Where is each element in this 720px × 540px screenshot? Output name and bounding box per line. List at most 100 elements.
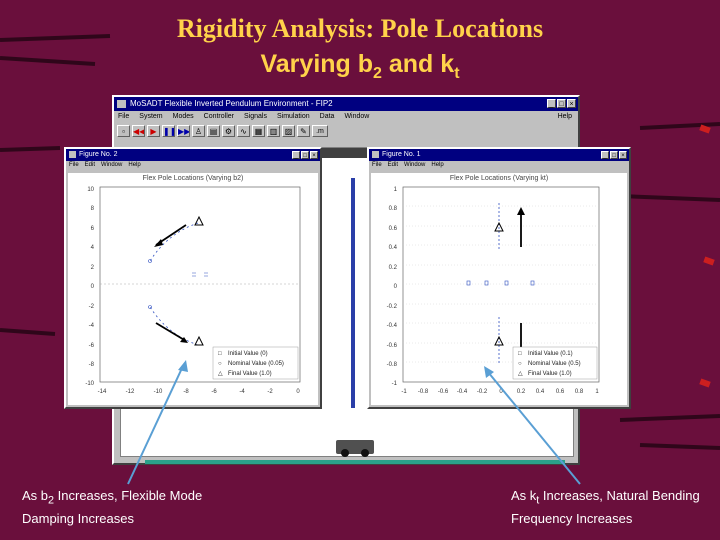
new-icon[interactable]: ▫ bbox=[117, 125, 130, 137]
legend-entry: Final Value (1.0) bbox=[228, 371, 272, 377]
figure-2-title-bar[interactable]: Figure No. 2 _ □ × bbox=[66, 149, 320, 161]
y-tick: -2 bbox=[89, 304, 95, 310]
x-tick: 0 bbox=[499, 389, 503, 395]
menu-window[interactable]: Window bbox=[404, 161, 425, 170]
main-toolbar: ▫ ◀◀ ▶ ❚❚ ▶▶ ♙ ▤ ⚙ ∿ ▦ ▥ ▨ ✎ .m bbox=[114, 122, 578, 140]
menu-signals[interactable]: Signals bbox=[244, 111, 267, 122]
x-tick: -10 bbox=[154, 389, 163, 395]
legend-entry: Initial Value (0.1) bbox=[528, 351, 573, 357]
figure-1-window[interactable]: Figure No. 1 _ □ × File Edit Window Help… bbox=[367, 147, 631, 409]
x-tick: 0 bbox=[296, 389, 300, 395]
menu-file[interactable]: File bbox=[372, 161, 382, 170]
legend: □ Initial Value (0) ○ Nominal Value (0.0… bbox=[212, 346, 299, 380]
pole-marker bbox=[204, 272, 208, 277]
y-tick: 8 bbox=[91, 206, 95, 212]
slide-subtitle: Varying b2 and kt bbox=[260, 50, 460, 82]
figure-1-plot-area[interactable]: Flex Pole Locations (Varying kt) 1 0.8 0… bbox=[371, 173, 627, 405]
table-icon[interactable]: ▥ bbox=[267, 125, 280, 137]
x-axis-ticks: -14 -12 -10 -8 -6 -4 -2 0 bbox=[98, 389, 301, 395]
x-tick: 1 bbox=[595, 389, 599, 395]
figure-2-window[interactable]: Figure No. 2 _ □ × File Edit Window Help… bbox=[64, 147, 322, 409]
pole-marker bbox=[192, 272, 196, 277]
legend: □ Initial Value (0.1) ○ Nominal Value (0… bbox=[512, 346, 598, 380]
rewind-icon[interactable]: ◀◀ bbox=[132, 125, 145, 137]
trend-arrow-head bbox=[517, 207, 525, 215]
y-tick: 2 bbox=[91, 265, 95, 271]
settings-icon[interactable]: ⚙ bbox=[222, 125, 235, 137]
figure-icon bbox=[372, 151, 379, 158]
y-tick: -10 bbox=[85, 381, 94, 387]
x-tick: -6 bbox=[211, 389, 217, 395]
menu-file[interactable]: File bbox=[118, 111, 129, 122]
main-menu-bar: File System Modes Controller Signals Sim… bbox=[114, 111, 578, 122]
y-tick: -0.2 bbox=[387, 304, 398, 310]
tools-icon[interactable]: ✎ bbox=[297, 125, 310, 137]
maximize-button[interactable]: □ bbox=[557, 99, 566, 108]
maximize-button[interactable]: □ bbox=[610, 151, 618, 159]
figure-1-title: Figure No. 1 bbox=[382, 151, 421, 158]
svg-text:○: ○ bbox=[518, 361, 522, 367]
close-button[interactable]: × bbox=[619, 151, 627, 159]
m-file-button[interactable]: .m bbox=[312, 125, 328, 137]
main-title-bar[interactable]: MoSADT Flexible Inverted Pendulum Enviro… bbox=[114, 97, 578, 111]
menu-system[interactable]: System bbox=[139, 111, 162, 122]
pole-marker bbox=[466, 280, 471, 286]
caption-left: As b2 Increases, Flexible Mode Damping I… bbox=[22, 488, 203, 526]
x-tick: 0.6 bbox=[556, 389, 565, 395]
menu-simulation[interactable]: Simulation bbox=[277, 111, 310, 122]
x-tick: 0.4 bbox=[536, 389, 545, 395]
y-tick: -0.8 bbox=[387, 362, 398, 368]
menu-help[interactable]: Help bbox=[558, 111, 572, 122]
cart-wheel-right bbox=[361, 449, 369, 457]
y-tick: 0.2 bbox=[389, 265, 398, 271]
x-tick: -14 bbox=[98, 389, 107, 395]
y-tick: -4 bbox=[89, 323, 95, 329]
menu-edit[interactable]: Edit bbox=[85, 161, 95, 170]
y-tick: -8 bbox=[89, 362, 95, 368]
menu-data[interactable]: Data bbox=[320, 111, 335, 122]
minimize-button[interactable]: _ bbox=[547, 99, 556, 108]
minimize-button[interactable]: _ bbox=[601, 151, 609, 159]
cart-track bbox=[145, 460, 565, 464]
pole-marker bbox=[148, 305, 152, 309]
x-tick: -4 bbox=[239, 389, 245, 395]
cart-wheel-left bbox=[341, 449, 349, 457]
legend-entry: Nominal Value (0.05) bbox=[228, 361, 284, 367]
menu-edit[interactable]: Edit bbox=[388, 161, 398, 170]
forward-icon[interactable]: ▶▶ bbox=[177, 125, 190, 137]
figure-1-menu: File Edit Window Help bbox=[369, 161, 629, 170]
menu-help[interactable]: Help bbox=[431, 161, 443, 170]
menu-file[interactable]: File bbox=[69, 161, 79, 170]
plot-icon[interactable]: ∿ bbox=[237, 125, 250, 137]
pole-locus-lower bbox=[149, 306, 199, 346]
person-icon[interactable]: ♙ bbox=[192, 125, 205, 137]
scope-icon[interactable]: ▦ bbox=[252, 125, 265, 137]
menu-help[interactable]: Help bbox=[128, 161, 140, 170]
y-tick: 10 bbox=[87, 187, 94, 193]
graph-icon[interactable]: ▤ bbox=[207, 125, 220, 137]
menu-modes[interactable]: Modes bbox=[173, 111, 194, 122]
close-button[interactable]: × bbox=[310, 151, 318, 159]
menu-window[interactable]: Window bbox=[101, 161, 122, 170]
menu-controller[interactable]: Controller bbox=[204, 111, 234, 122]
y-tick: -0.4 bbox=[387, 323, 398, 329]
pole-marker bbox=[504, 280, 509, 286]
chart-icon[interactable]: ▨ bbox=[282, 125, 295, 137]
figure-2-plot-area[interactable]: Flex Pole Locations (Varying b2) 10 8 6 … bbox=[68, 173, 318, 405]
pole-plot-kt: 1 0.8 0.6 0.4 0.2 0 -0.2 -0.4 -0.6 -0.8 … bbox=[387, 186, 600, 395]
x-tick: -1 bbox=[401, 389, 407, 395]
close-button[interactable]: × bbox=[567, 99, 576, 108]
pause-icon[interactable]: ❚❚ bbox=[162, 125, 175, 137]
minimize-button[interactable]: _ bbox=[292, 151, 300, 159]
maximize-button[interactable]: □ bbox=[301, 151, 309, 159]
play-icon[interactable]: ▶ bbox=[147, 125, 160, 137]
x-tick: -0.2 bbox=[477, 389, 488, 395]
x-axis-ticks: -1 -0.8 -0.6 -0.4 -0.2 0 0.2 0.4 0.6 0.8… bbox=[401, 389, 599, 395]
y-tick: -0.6 bbox=[387, 343, 398, 349]
pole-marker bbox=[484, 280, 489, 286]
figure-1-title-bar[interactable]: Figure No. 1 _ □ × bbox=[369, 149, 629, 161]
x-tick: -8 bbox=[183, 389, 189, 395]
menu-window[interactable]: Window bbox=[344, 111, 369, 122]
x-tick: 0.8 bbox=[575, 389, 584, 395]
x-tick: -0.4 bbox=[457, 389, 468, 395]
